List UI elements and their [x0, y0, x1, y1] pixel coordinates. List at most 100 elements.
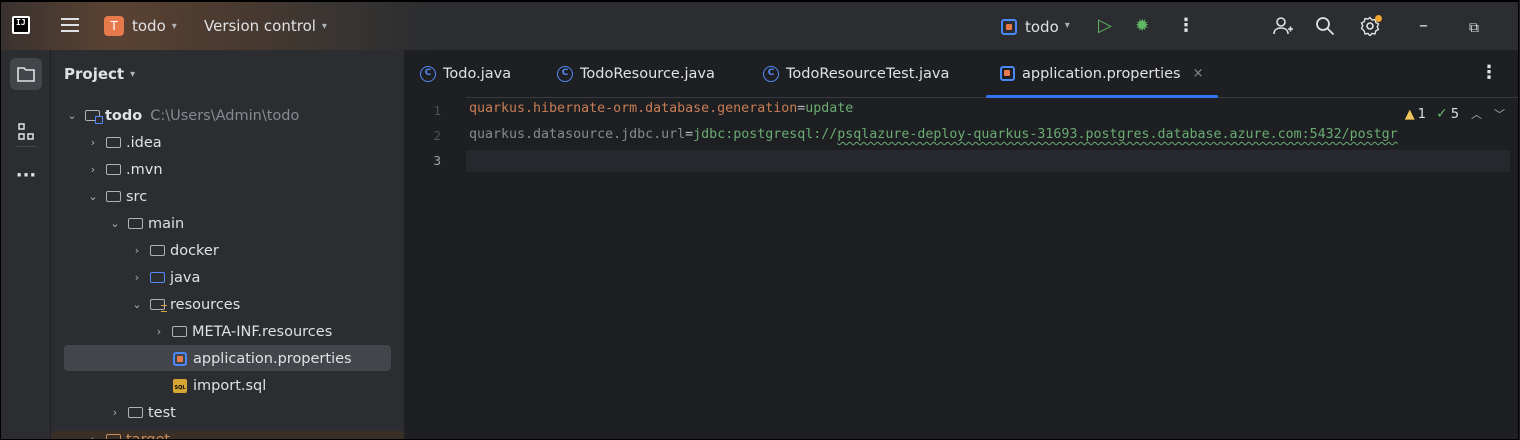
chevron-down-icon: ⌄	[67, 109, 77, 122]
tab-todo-java[interactable]: C Todo.java	[420, 50, 511, 97]
chevron-down-icon: ⌄	[132, 298, 142, 311]
folder-icon	[128, 407, 143, 418]
restore-icon[interactable]: ⧉	[1469, 18, 1479, 38]
project-selector[interactable]: todo ▾	[132, 17, 177, 35]
code-with-me-icon[interactable]	[1272, 16, 1294, 41]
tree-item-label: import.sql	[193, 377, 267, 394]
tool-window-stripe: ···	[1, 50, 51, 439]
run-config-label: todo	[1025, 18, 1059, 36]
tab-application-properties[interactable]: application.properties ×	[986, 50, 1217, 98]
search-icon[interactable]	[1315, 16, 1335, 41]
current-line-highlight	[405, 150, 1510, 172]
debug-icon[interactable]: ✹	[1135, 16, 1149, 36]
chevron-down-icon: ▾	[321, 21, 327, 32]
property-value-url: psqlazure-deploy-quarkus-31693.postgres.…	[837, 127, 1398, 142]
java-class-icon: C	[763, 65, 779, 82]
project-panel: Project ▾ ⌄ todo C:\Users\Admin\todo › .i…	[51, 50, 404, 439]
more-tools-icon[interactable]: ···	[10, 160, 42, 192]
resources-folder-icon	[150, 299, 167, 312]
line-number: 2	[433, 128, 441, 143]
run-icon[interactable]: ▷	[1098, 16, 1112, 36]
excluded-folder-icon	[106, 434, 121, 439]
chevron-down-icon: ⌄	[88, 190, 98, 203]
chevron-right-icon: ›	[112, 406, 118, 419]
tree-item-target[interactable]: › target	[51, 426, 404, 439]
folder-icon	[172, 326, 187, 337]
tree-item-idea[interactable]: › .idea	[51, 129, 404, 156]
tree-item-meta-inf[interactable]: › META-INF.resources	[51, 318, 404, 345]
tree-item-label: .mvn	[126, 161, 163, 178]
tree-item-label: target	[126, 432, 170, 440]
line-number: 1	[433, 103, 441, 118]
line-number: 3	[433, 153, 441, 168]
main-menu-icon[interactable]	[61, 18, 79, 36]
tree-item-todo[interactable]: ⌄ todo C:\Users\Admin\todo	[51, 102, 404, 129]
minimize-icon[interactable]: –	[1419, 16, 1428, 36]
tree-item-docker[interactable]: › docker	[51, 237, 404, 264]
tree-item-java[interactable]: › java	[51, 264, 404, 291]
tree-item-application-properties[interactable]: application.properties	[51, 345, 404, 372]
project-badge-icon[interactable]: T	[104, 16, 124, 36]
run-configuration-selector[interactable]: todo ▾	[1001, 16, 1070, 38]
property-key: quarkus.hibernate-orm.database.generatio…	[469, 101, 798, 116]
chevron-right-icon: ›	[90, 136, 96, 149]
tab-todoresourcetest-java[interactable]: C TodoResourceTest.java	[763, 50, 949, 97]
tree-item-label: todo	[105, 107, 143, 124]
java-class-icon: C	[557, 65, 573, 82]
close-icon[interactable]: ×	[1193, 66, 1204, 81]
chevron-right-icon: ›	[90, 163, 96, 176]
warning-icon: ▲	[1404, 106, 1415, 122]
folder-icon	[106, 137, 121, 148]
warning-count: 1	[1417, 106, 1426, 122]
folder-icon	[106, 191, 121, 202]
chevron-right-icon: ›	[134, 244, 140, 257]
tab-todoresource-java[interactable]: C TodoResource.java	[557, 50, 715, 97]
properties-file-icon	[1000, 66, 1015, 81]
folder-icon	[106, 164, 121, 175]
property-separator: =	[685, 127, 694, 142]
tree-item-main[interactable]: ⌄ main	[51, 210, 404, 237]
tab-label: Todo.java	[443, 65, 512, 82]
module-folder-icon	[85, 110, 103, 124]
tree-item-test[interactable]: › test	[51, 399, 404, 426]
chevron-down-icon[interactable]: ﹀	[1494, 106, 1505, 122]
tree-item-mvn[interactable]: › .mvn	[51, 156, 404, 183]
line-number-gutter: 1 2 3	[405, 97, 466, 439]
vcs-label: Version control	[204, 17, 316, 35]
ide-window: IJ T todo ▾ Version control ▾ todo ▾ ▷ ✹ ⋮…	[0, 0, 1519, 440]
tab-label: TodoResource.java	[580, 65, 715, 82]
tree-item-import-sql[interactable]: SQL import.sql	[51, 372, 404, 399]
properties-file-icon	[173, 351, 187, 366]
project-panel-title[interactable]: Project ▾	[64, 65, 135, 83]
chevron-right-icon: ›	[156, 325, 162, 338]
update-badge-icon	[1375, 15, 1382, 22]
tree-item-label: META-INF.resources	[192, 323, 333, 340]
tree-item-label: application.properties	[193, 350, 352, 367]
chevron-down-icon: ▾	[1064, 19, 1070, 31]
property-value-prefix: jdbc:postgresql://	[693, 127, 838, 142]
tree-item-label: docker	[170, 242, 219, 259]
chevron-down-icon: ⌄	[110, 217, 120, 230]
folder-icon	[128, 218, 143, 229]
sql-file-icon: SQL	[173, 378, 187, 393]
typo-check-icon: ✓	[1435, 106, 1448, 122]
tree-item-src[interactable]: ⌄ src	[51, 183, 404, 210]
version-control-menu[interactable]: Version control ▾	[204, 17, 327, 35]
project-tool-icon[interactable]	[10, 58, 42, 90]
code-line-1[interactable]: quarkus.hibernate-orm.database.generatio…	[469, 101, 853, 116]
chevron-right-icon: ›	[134, 271, 140, 284]
title-bar: IJ T todo ▾ Version control ▾ todo ▾ ▷ ✹ ⋮…	[1, 2, 1518, 50]
more-icon[interactable]: ⋮	[1177, 16, 1195, 36]
chevron-up-icon[interactable]: ︿	[1471, 106, 1482, 122]
code-line-2[interactable]: quarkus.datasource.jdbc.url=jdbc:postgre…	[469, 127, 1398, 142]
editor-tabs: C Todo.java C TodoResource.java C TodoRe…	[405, 50, 1518, 98]
structure-icon[interactable]	[10, 116, 42, 148]
inspection-widget[interactable]: ▲ 1 ✓ 5 ︿ ﹀	[1405, 106, 1505, 122]
java-class-icon: C	[420, 65, 436, 82]
chevron-down-icon: ▾	[171, 21, 177, 32]
tree-item-resources[interactable]: ⌄ resources	[51, 291, 404, 318]
tree-item-path: C:\Users\Admin\todo	[150, 107, 300, 124]
chevron-right-icon: ›	[86, 433, 100, 439]
tabs-more-icon[interactable]: ⋮	[1480, 62, 1498, 83]
chevron-down-icon: ▾	[130, 69, 136, 80]
